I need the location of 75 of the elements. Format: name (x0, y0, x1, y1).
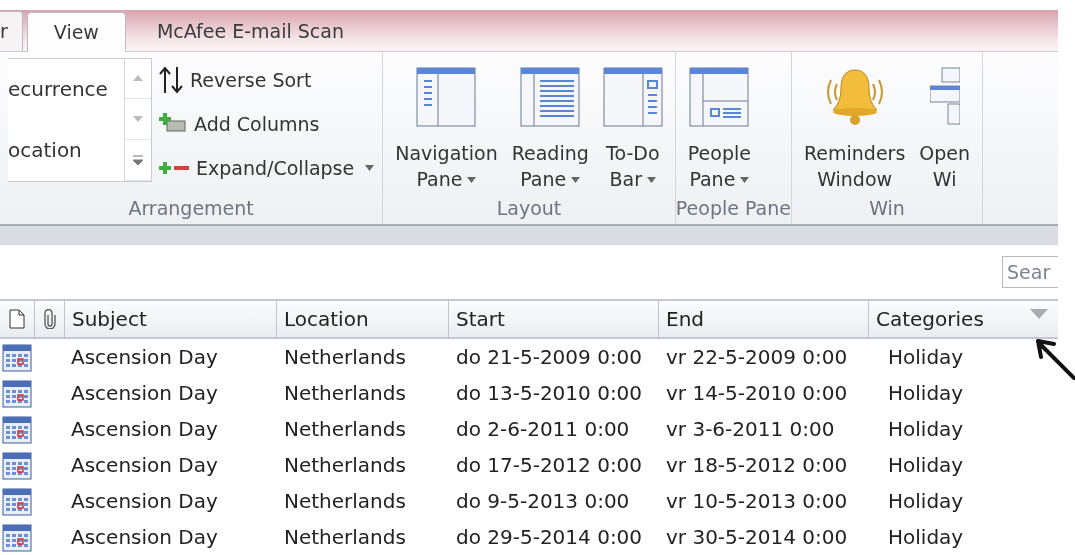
table-cell-text: vr 30-5-2014 0:00 (665, 524, 849, 551)
table-cell-text: vr 14-5-2010 0:00 (665, 380, 849, 407)
calendar-icon (2, 450, 32, 480)
gallery-item[interactable]: ocation (8, 138, 124, 163)
table-cell-text: Ascension Day (70, 524, 219, 551)
ribbon-button[interactable]: Navigation Pane (391, 57, 502, 192)
table-cell-text: Ascension Day (70, 452, 219, 479)
calendar-icon (2, 414, 32, 444)
table-cell-text: Holiday (887, 416, 965, 443)
column-header[interactable]: Subject (64, 299, 276, 339)
table-cell-text: vr 22-5-2009 0:00 (665, 344, 849, 371)
reading-pane-icon (520, 66, 581, 127)
table-cell-text: Ascension Day (70, 344, 219, 371)
down-triangle-icon (133, 116, 143, 123)
ribbon-tab[interactable]: r (0, 10, 23, 51)
calendar-icon (2, 522, 32, 552)
ribbon-button[interactable]: To-Do Bar (598, 57, 667, 192)
ribbon-button[interactable]: Open Wi (915, 57, 975, 192)
windows-icon (929, 65, 960, 128)
navigation-pane-icon (416, 66, 477, 127)
calendar-icon (2, 378, 32, 408)
sort-arrows-icon (158, 64, 184, 95)
table-cell-text: Holiday (887, 488, 965, 515)
table-cell-text: Holiday (887, 452, 965, 479)
table-cell-text: Netherlands (283, 452, 407, 479)
search-field[interactable]: Sear (1002, 255, 1058, 288)
column-header[interactable]: End (658, 299, 868, 339)
table-cell-text: do 17-5-2012 0:00 (455, 452, 644, 479)
group-label: Layout (495, 195, 563, 221)
document-icon (9, 309, 25, 329)
ribbon-tab[interactable]: View (26, 11, 126, 52)
table-cell-text: Holiday (887, 380, 965, 407)
group-label: People Pane (675, 195, 791, 221)
table-cell-text: do 29-5-2014 0:00 (455, 524, 644, 551)
gallery-item[interactable]: ecurrence (8, 77, 124, 102)
to-do-bar-icon (602, 66, 663, 127)
table-cell-text: Ascension Day (70, 416, 219, 443)
table-cell-text: Netherlands (283, 488, 407, 515)
table-cell-text: vr 3-6-2011 0:00 (665, 416, 836, 443)
table-cell-text: vr 18-5-2012 0:00 (665, 452, 849, 479)
table-cell-text: Ascension Day (70, 488, 219, 515)
ribbon-command[interactable]: Add Columns (158, 103, 375, 144)
column-header[interactable]: Start (448, 299, 658, 339)
column-header[interactable]: Location (276, 299, 448, 339)
paperclip-icon (43, 309, 56, 329)
ribbon-button[interactable]: Reminders Window (799, 57, 910, 192)
more-icon (132, 153, 144, 166)
people-pane-icon (689, 66, 750, 127)
table-cell-text: vr 10-5-2013 0:00 (665, 488, 849, 515)
ribbon-button[interactable]: People Pane (683, 57, 755, 192)
table-cell-text: Netherlands (283, 416, 407, 443)
table-cell-text: Netherlands (283, 380, 407, 407)
plus-minus-icon (158, 159, 190, 176)
column-header[interactable]: Categories (868, 299, 1058, 339)
pointer-arrow-icon (1034, 336, 1075, 380)
table-cell-text: Netherlands (283, 524, 407, 551)
table-cell-text: Ascension Day (70, 380, 219, 407)
table-cell-text: do 2-6-2011 0:00 (455, 416, 631, 443)
group-label: Arrangement (127, 195, 255, 221)
ribbon-command[interactable]: Reverse Sort (158, 59, 375, 100)
table-cell-text: do 13-5-2010 0:00 (455, 380, 644, 407)
table-cell-text: Netherlands (283, 344, 407, 371)
table-cell-text: do 9-5-2013 0:00 (455, 488, 631, 515)
table-cell-text: Holiday (887, 524, 965, 551)
ribbon-command[interactable]: Expand/Collapse (158, 147, 375, 188)
calendar-icon (2, 486, 32, 516)
table-cell-text: do 21-5-2009 0:00 (455, 344, 644, 371)
filter-caret-icon (1030, 309, 1048, 319)
group-label: Win (868, 195, 906, 221)
ribbon-tab[interactable]: McAfee E-mail Scan (129, 10, 371, 51)
arrangement-gallery[interactable]: ecurrence ocation (8, 57, 152, 182)
table-cell-text: Holiday (887, 344, 965, 371)
ribbon-button[interactable]: Reading Pane (507, 57, 593, 192)
up-triangle-icon (133, 75, 143, 82)
calendar-icon (2, 342, 32, 372)
